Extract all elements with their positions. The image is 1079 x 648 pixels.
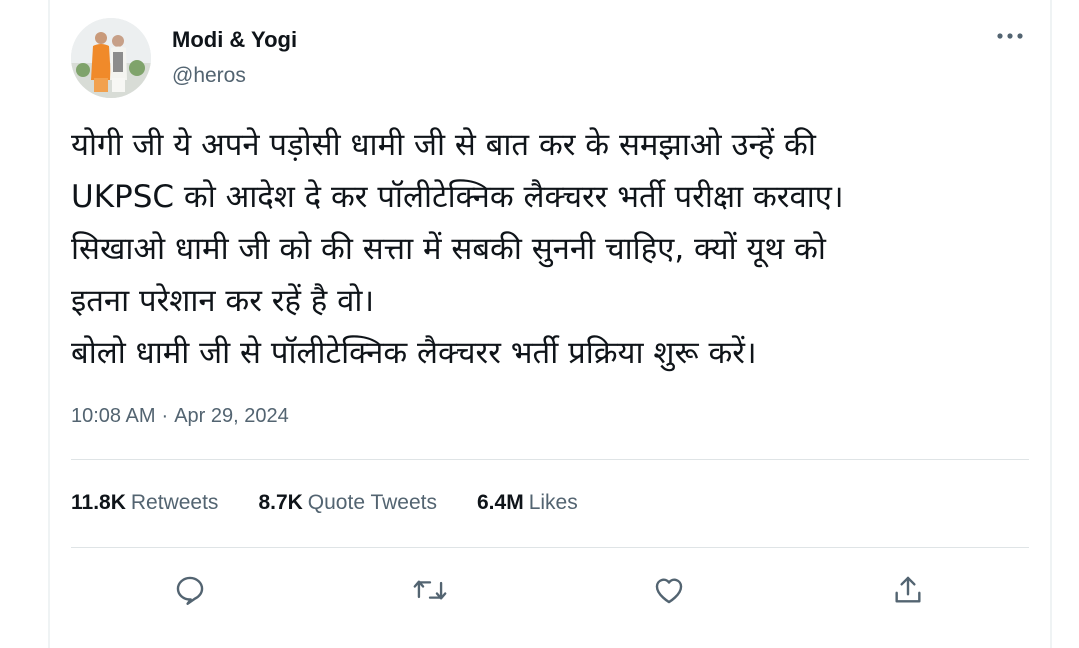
likes-stat[interactable]: 6.4M Likes bbox=[477, 489, 578, 517]
tweet-text-line: बोलो धामी जी से पॉलीटेक्निक लैक्चरर भर्त… bbox=[71, 335, 757, 371]
tweet-page: Modi & Yogi @heros योगी जी ये अपने पड़ोस… bbox=[0, 0, 1079, 648]
meta-separator: · bbox=[161, 405, 169, 427]
retweets-count: 11.8K bbox=[71, 491, 126, 514]
reply-icon bbox=[176, 576, 204, 605]
likes-count: 6.4M bbox=[477, 491, 524, 514]
share-button[interactable] bbox=[888, 570, 928, 610]
retweet-button[interactable] bbox=[410, 570, 450, 610]
divider bbox=[71, 459, 1029, 460]
quote-tweets-stat[interactable]: 8.7K Quote Tweets bbox=[258, 489, 437, 517]
like-button[interactable] bbox=[649, 570, 689, 610]
column-border-right bbox=[1050, 0, 1052, 648]
tweet-timestamp[interactable]: 10:08 AM · Apr 29, 2024 bbox=[71, 402, 289, 430]
more-icon bbox=[997, 33, 1023, 39]
tweet-text-line: UKPSC को आदेश दे कर पॉलीटेक्निक लैक्चरर … bbox=[71, 179, 844, 215]
tweet-text-line: योगी जी ये अपने पड़ोसी धामी जी से बात कर… bbox=[71, 127, 816, 163]
like-icon bbox=[655, 578, 683, 604]
user-info[interactable]: Modi & Yogi @heros bbox=[172, 26, 297, 90]
likes-label: Likes bbox=[528, 491, 578, 514]
divider bbox=[71, 547, 1029, 548]
share-icon bbox=[895, 576, 921, 603]
display-name[interactable]: Modi & Yogi bbox=[172, 26, 297, 54]
retweets-label: Retweets bbox=[130, 491, 219, 514]
tweet-text: योगी जी ये अपने पड़ोसी धामी जी से बात कर… bbox=[71, 119, 1031, 379]
tweet-time: 10:08 AM bbox=[71, 405, 156, 427]
action-bar bbox=[0, 570, 1079, 610]
tweet-header: Modi & Yogi @heros bbox=[71, 18, 1031, 98]
tweet-date: Apr 29, 2024 bbox=[174, 405, 289, 427]
reply-button[interactable] bbox=[170, 570, 210, 610]
more-options-button[interactable] bbox=[993, 22, 1027, 50]
quote-tweets-count: 8.7K bbox=[258, 491, 303, 514]
quote-tweets-label: Quote Tweets bbox=[307, 491, 437, 514]
tweet-text-line: सिखाओ धामी जी को की सत्ता में सबकी सुननी… bbox=[71, 231, 826, 267]
tweet-text-line: इतना परेशान कर रहें है वो। bbox=[71, 283, 375, 319]
avatar[interactable] bbox=[71, 18, 151, 98]
user-handle[interactable]: @heros bbox=[172, 62, 297, 90]
column-border-left bbox=[48, 0, 50, 648]
retweet-icon bbox=[413, 580, 447, 600]
engagement-stats: 11.8K Retweets 8.7K Quote Tweets 6.4M Likes bbox=[71, 489, 578, 517]
retweets-stat[interactable]: 11.8K Retweets bbox=[71, 489, 218, 517]
